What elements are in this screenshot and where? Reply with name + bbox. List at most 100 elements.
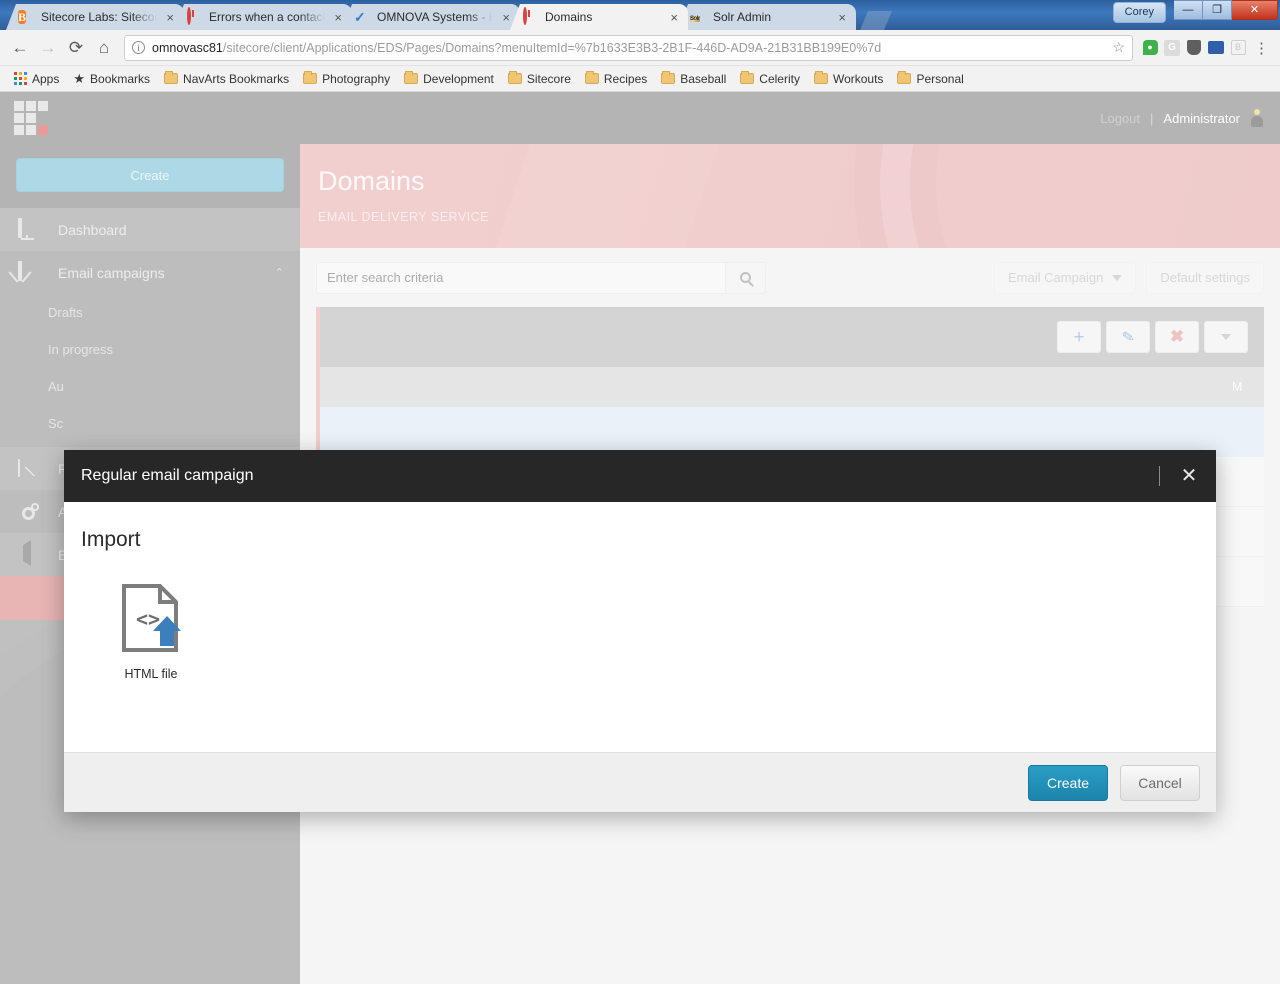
window-close-button[interactable]: ✕ xyxy=(1232,0,1278,20)
bookmarks-bar: Apps ★ Bookmarks NavArts Bookmarks Photo… xyxy=(0,66,1280,92)
topbar-user-area: Logout | Administrator xyxy=(1100,109,1264,127)
bookmark-apps[interactable]: Apps xyxy=(8,70,65,88)
browser-menu-icon[interactable]: ⋮ xyxy=(1249,39,1274,57)
folder-icon xyxy=(303,71,318,84)
sidebar-subitem-automated[interactable]: Au xyxy=(0,368,300,405)
regular-email-campaign-dialog: Regular email campaign ✕ Import <> HTML … xyxy=(64,450,1216,812)
forward-icon[interactable]: → xyxy=(34,34,62,62)
browser-tab-2[interactable]: ✓ OMNOVA Systems - Hom × xyxy=(342,4,520,30)
tab-title: Errors when a contact su xyxy=(209,10,326,24)
shield-icon[interactable] xyxy=(1183,37,1205,59)
logout-link[interactable]: Logout xyxy=(1100,111,1140,126)
browser-tab-0[interactable]: B Sitecore Labs: Sitecore 8. × xyxy=(6,4,184,30)
folder-icon xyxy=(507,71,522,84)
back-icon[interactable]: ← xyxy=(6,34,34,62)
sidebar-subitem-label: Au xyxy=(48,379,64,394)
bookmark-bookmarks[interactable]: ★ Bookmarks xyxy=(67,69,156,89)
apps-grid-icon xyxy=(14,72,27,85)
bookmark-celerity[interactable]: Celerity xyxy=(734,70,806,88)
sitecore-logo-icon[interactable] xyxy=(14,101,48,135)
bookmark-development[interactable]: Development xyxy=(398,70,500,88)
close-tab-icon[interactable]: × xyxy=(668,11,680,24)
sidebar-item-label: Dashboard xyxy=(58,221,127,238)
dialog-titlebar-divider xyxy=(1159,466,1160,486)
browser-profile-chip[interactable]: Corey xyxy=(1112,2,1166,23)
window-controls: Corey — ❐ ✕ xyxy=(1112,0,1280,30)
check-icon: ✓ xyxy=(354,9,366,25)
gears-icon xyxy=(18,502,42,521)
browser-tab-4[interactable]: Solr Solr Admin × xyxy=(678,4,856,30)
current-user-label[interactable]: Administrator xyxy=(1163,111,1240,126)
address-bar-text: omnovasc81/sitecore/client/Applications/… xyxy=(152,41,1105,55)
browser-window: B Sitecore Labs: Sitecore 8. × Errors wh… xyxy=(0,0,1280,984)
sidebar-create-wrap: Create xyxy=(0,144,300,208)
bookmark-label: Apps xyxy=(32,71,60,86)
sidebar-item-email-campaigns[interactable]: Email campaigns ⌃ xyxy=(0,251,300,294)
url-host: omnovasc81 xyxy=(152,40,223,55)
browser-tab-1[interactable]: Errors when a contact su × xyxy=(174,4,352,30)
sidebar-subitem-label: In progress xyxy=(48,342,114,357)
bookmark-label: Workouts xyxy=(832,71,884,86)
bitly-icon[interactable]: B xyxy=(1227,37,1249,59)
bookmark-star-icon[interactable]: ☆ xyxy=(1112,39,1125,56)
bookmark-navarts[interactable]: NavArts Bookmarks xyxy=(158,70,295,88)
close-tab-icon[interactable]: × xyxy=(836,11,848,24)
close-tab-icon[interactable]: × xyxy=(500,11,512,24)
folder-icon xyxy=(584,71,599,84)
minimize-button[interactable]: — xyxy=(1174,0,1203,20)
html-file-tile-label: HTML file xyxy=(124,667,178,681)
sitecore-ring-icon xyxy=(186,7,202,25)
avatar[interactable] xyxy=(1250,109,1264,127)
bookmark-label: Development xyxy=(423,71,494,86)
tab-title: Sitecore Labs: Sitecore 8. xyxy=(41,10,158,24)
dialog-title: Regular email campaign xyxy=(81,467,254,484)
hangouts-icon[interactable]: ● xyxy=(1139,37,1161,59)
new-tab-button[interactable] xyxy=(860,11,892,30)
bookmark-sitecore[interactable]: Sitecore xyxy=(502,70,577,88)
bookmark-personal[interactable]: Personal xyxy=(891,70,969,88)
dialog-titlebar: Regular email campaign ✕ xyxy=(64,450,1216,502)
bookmark-photography[interactable]: Photography xyxy=(297,70,396,88)
close-tab-icon[interactable]: × xyxy=(332,11,344,24)
close-tab-icon[interactable]: × xyxy=(164,11,176,24)
bookmark-workouts[interactable]: Workouts xyxy=(808,70,889,88)
folder-icon xyxy=(813,71,828,84)
create-button[interactable]: Create xyxy=(16,158,284,192)
sidebar-item-dashboard[interactable]: Dashboard xyxy=(0,208,300,251)
monitor-icon[interactable] xyxy=(1205,37,1227,59)
tab-title: OMNOVA Systems - Hom xyxy=(377,10,494,24)
cancel-button[interactable]: Cancel xyxy=(1120,764,1200,801)
solr-icon: Solr xyxy=(690,16,700,22)
bookmark-baseball[interactable]: Baseball xyxy=(655,70,732,88)
sidebar-subitem-drafts[interactable]: Drafts xyxy=(0,294,300,331)
dialog-footer: Create Cancel xyxy=(64,752,1216,812)
reload-icon[interactable]: ⟳ xyxy=(62,34,90,62)
blogger-icon: B xyxy=(18,10,27,24)
home-icon[interactable]: ⌂ xyxy=(90,34,118,62)
bookmark-label: Bookmarks xyxy=(90,71,151,86)
sidebar-subitem-scheduled[interactable]: Sc xyxy=(0,405,300,442)
create-button[interactable]: Create xyxy=(1028,764,1108,801)
html-file-tile[interactable]: <> HTML file xyxy=(81,582,221,681)
google-icon[interactable]: G xyxy=(1161,37,1183,59)
close-icon[interactable]: ✕ xyxy=(1178,466,1200,486)
folder-icon xyxy=(164,71,179,84)
sitecore-ring-icon xyxy=(522,7,538,25)
chart-icon xyxy=(18,458,42,479)
bookmark-label: Baseball xyxy=(680,71,727,86)
chevron-up-icon[interactable]: ⌃ xyxy=(275,266,284,279)
html-file-upload-icon: <> xyxy=(81,582,221,654)
folder-icon xyxy=(740,71,755,84)
sitecore-eds-app: Logout | Administrator Create Dashboard … xyxy=(0,92,1280,984)
folder-icon xyxy=(404,71,419,84)
browser-tab-3[interactable]: Domains × xyxy=(510,4,688,30)
bookmark-label: Recipes xyxy=(603,71,648,86)
maximize-button[interactable]: ❐ xyxy=(1203,0,1232,20)
star-icon: ★ xyxy=(73,70,86,86)
bookmark-recipes[interactable]: Recipes xyxy=(579,70,653,88)
address-bar[interactable]: i omnovasc81/sitecore/client/Application… xyxy=(124,34,1133,61)
tab-strip: B Sitecore Labs: Sitecore 8. × Errors wh… xyxy=(6,0,1113,30)
sidebar-subitem-label: Drafts xyxy=(48,305,83,320)
sidebar-subitem-in-progress[interactable]: In progress xyxy=(0,331,300,368)
page-info-icon[interactable]: i xyxy=(132,41,145,54)
